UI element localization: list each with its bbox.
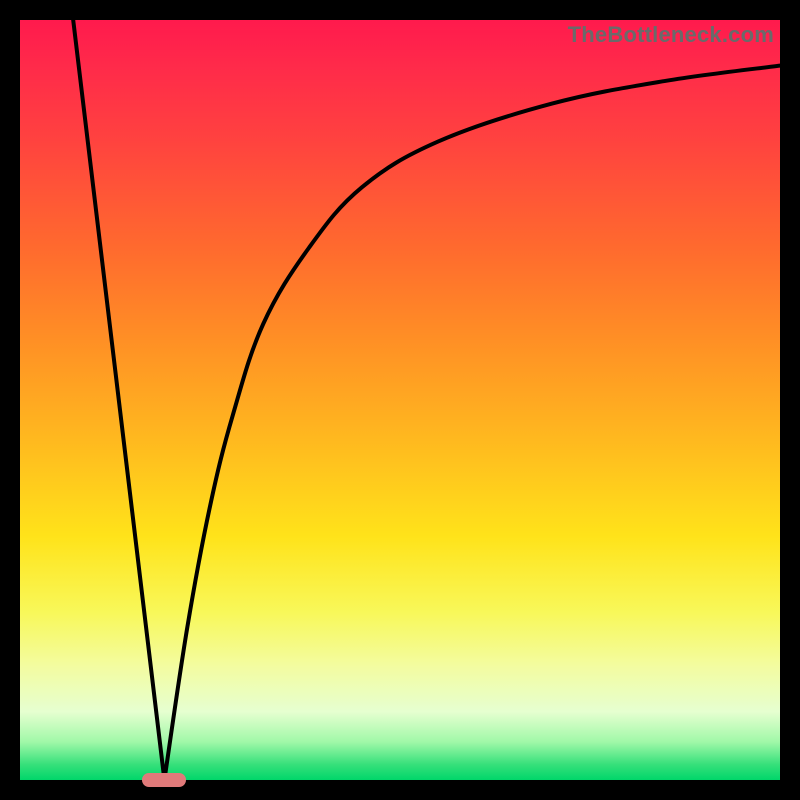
chart-frame: TheBottleneck.com [0, 0, 800, 800]
vertex-marker [142, 773, 186, 787]
plot-area: TheBottleneck.com [20, 20, 780, 780]
curve-path [73, 20, 780, 780]
chart-lines [20, 20, 780, 780]
